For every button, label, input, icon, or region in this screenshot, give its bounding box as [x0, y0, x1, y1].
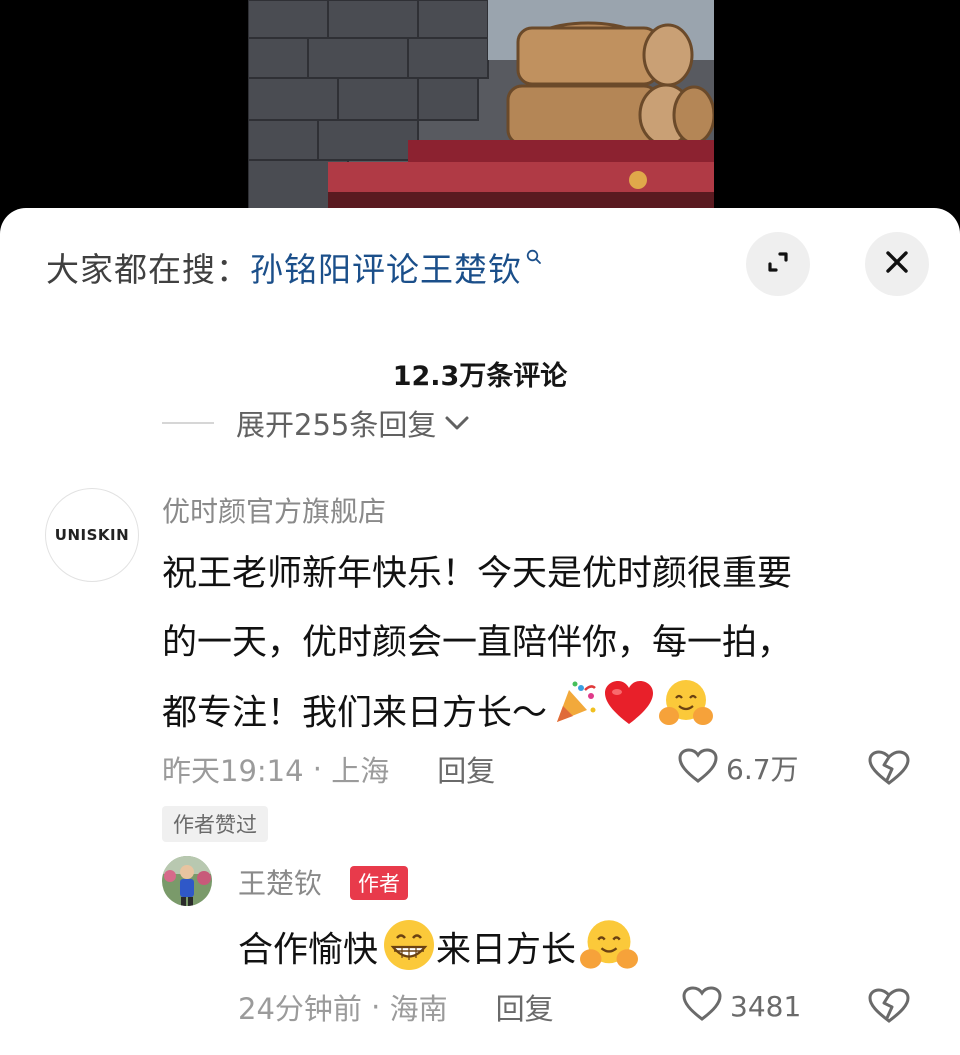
broken-heart-icon: [868, 750, 910, 790]
reply-text-part: 来日方长: [436, 930, 577, 971]
comment-location: 上海: [331, 754, 390, 788]
comment-count: 12.3万条评论: [392, 361, 568, 392]
comment-time: 昨天19:14: [162, 754, 304, 788]
party-popper-emoji: [551, 680, 599, 750]
close-button[interactable]: [865, 232, 929, 296]
author-tag: 作者: [350, 866, 408, 900]
like-count: 3481: [730, 989, 802, 1023]
comment-meta: 昨天19:14 · 上海 回复: [162, 748, 495, 790]
magnifier-icon: [526, 249, 542, 269]
reply-username[interactable]: 王楚钦: [238, 862, 322, 902]
trending-search-term[interactable]: 孙铭阳评论王楚钦: [250, 243, 522, 291]
divider-line: [162, 422, 214, 424]
video-thumbnail[interactable]: [248, 0, 714, 230]
comment-line: 都专注！我们来日方长～: [162, 678, 902, 752]
video-area[interactable]: [0, 0, 960, 230]
meta-separator: ·: [303, 752, 332, 786]
author-liked-badge: 作者赞过: [162, 806, 268, 842]
reply-text[interactable]: 合作愉快 来日方长: [238, 918, 639, 986]
avatar-logo-text: UNISKIN: [54, 526, 130, 544]
like-count: 6.7万: [726, 753, 799, 786]
comment-sheet: 大家都在搜： 孙铭阳评论王楚钦 12.3万条评论 展开255条回复 UNISKI…: [0, 208, 960, 1055]
broken-heart-icon: [868, 988, 910, 1028]
reply-time: 24分钟前: [238, 992, 362, 1026]
comment-username[interactable]: 优时颜官方旗舰店: [162, 490, 386, 530]
avatar[interactable]: UNISKIN: [45, 488, 139, 582]
reply-avatar[interactable]: [162, 856, 212, 906]
expand-icon: [762, 246, 794, 282]
reply-button[interactable]: 回复: [437, 748, 495, 790]
dislike-button[interactable]: [868, 988, 910, 1028]
heart-emoji: [603, 680, 655, 750]
chevron-down-icon: [444, 414, 470, 436]
reply-meta: 24分钟前 · 海南 回复: [238, 986, 554, 1028]
comment-line: 祝王老师新年快乐！今天是优时颜很重要: [162, 554, 793, 594]
grinning-face-emoji: [382, 918, 436, 986]
reply-location: 海南: [389, 992, 448, 1026]
like-button[interactable]: 6.7万: [678, 748, 799, 788]
trending-search-prefix: 大家都在搜：: [46, 250, 250, 289]
heart-outline-icon: [682, 986, 722, 1026]
close-icon: [883, 248, 911, 280]
hugging-face-emoji: [659, 678, 714, 752]
heart-outline-icon: [678, 748, 718, 788]
expand-replies-button[interactable]: 展开255条回复: [162, 402, 470, 444]
comment-line: 的一天，优时颜会一直陪伴你，每一拍，: [162, 623, 793, 663]
dislike-button[interactable]: [868, 750, 910, 790]
comment-text[interactable]: 祝王老师新年快乐！今天是优时颜很重要 的一天，优时颜会一直陪伴你，每一拍， 都专…: [162, 540, 902, 752]
like-button[interactable]: 3481: [682, 986, 801, 1026]
trending-search-bar[interactable]: 大家都在搜： 孙铭阳评论王楚钦: [46, 242, 542, 292]
expand-button[interactable]: [746, 232, 810, 296]
expand-replies-label: 展开255条回复: [236, 408, 437, 442]
reply-text-part: 合作愉快: [238, 930, 379, 971]
meta-separator: ·: [361, 990, 390, 1024]
comment-line-text: 都专注！我们来日方长～: [162, 693, 548, 734]
reply-button[interactable]: 回复: [496, 986, 554, 1028]
hugging-face-emoji: [580, 918, 639, 986]
